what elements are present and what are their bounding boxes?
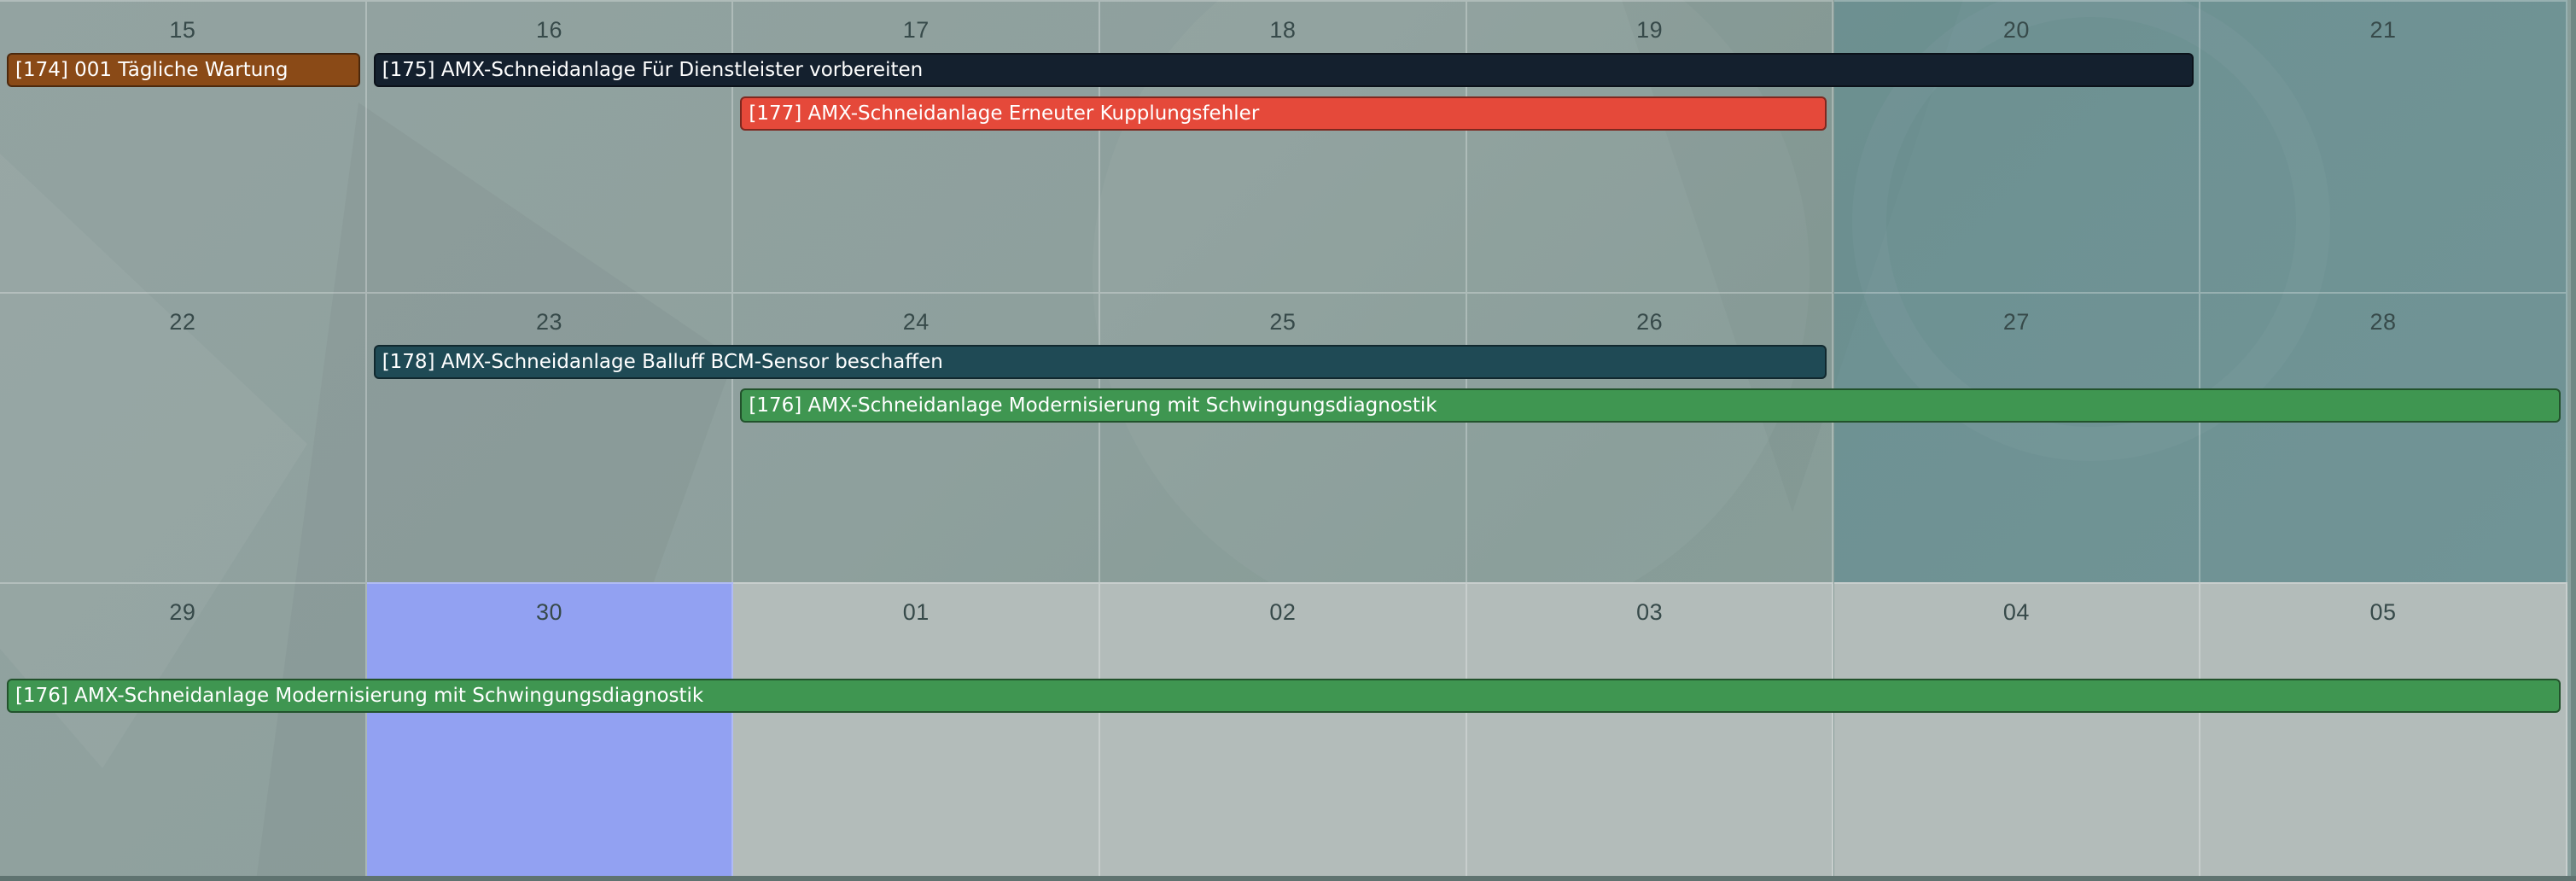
calendar-event[interactable]: [174] 001 Tägliche Wartung <box>7 53 360 87</box>
day-cell-19[interactable]: 19 <box>1466 0 1834 292</box>
day-cell-30[interactable]: 30 <box>366 582 734 876</box>
day-cell-23[interactable]: 23 <box>366 292 734 582</box>
day-cell-02[interactable]: 02 <box>1100 582 1467 876</box>
day-number: 25 <box>1269 309 1297 335</box>
week-row: 29 30 01 02 03 04 05 [176] AMX-Schneidanlage Mo… <box>0 582 2571 876</box>
day-number: 26 <box>1636 309 1664 335</box>
day-cell-29[interactable]: 29 <box>0 582 367 876</box>
day-cell-27[interactable]: 27 <box>1833 292 2201 582</box>
day-cell-18[interactable]: 18 <box>1100 0 1467 292</box>
day-cell-25[interactable]: 25 <box>1100 292 1467 582</box>
day-cell-17[interactable]: 17 <box>733 0 1101 292</box>
day-cell-26[interactable]: 26 <box>1466 292 1834 582</box>
day-cell-01[interactable]: 01 <box>733 582 1101 876</box>
day-number: 27 <box>2002 309 2030 335</box>
calendar-right-edge <box>2571 0 2576 881</box>
week-row: 22 23 24 25 26 27 28 [178] AMX-Schneidanlage Ba… <box>0 292 2571 582</box>
day-number: 04 <box>2002 599 2030 625</box>
day-cell-22[interactable]: 22 <box>0 292 367 582</box>
day-number: 22 <box>169 309 196 335</box>
day-cell-21[interactable]: 21 <box>2200 0 2567 292</box>
day-number: 29 <box>169 599 196 625</box>
month-calendar: 15 16 17 18 19 20 21 [174] 001 Tägliche Wartung… <box>0 0 2576 881</box>
day-number: 03 <box>1636 599 1664 625</box>
day-number: 15 <box>169 17 196 43</box>
calendar-event[interactable]: [175] AMX-Schneidanlage Für Dienstleiste… <box>373 53 2194 87</box>
day-number: 30 <box>536 599 563 625</box>
day-number: 24 <box>902 309 930 335</box>
day-number: 17 <box>902 17 930 43</box>
day-cell-15[interactable]: 15 <box>0 0 367 292</box>
day-number: 18 <box>1269 17 1297 43</box>
day-number: 02 <box>1269 599 1297 625</box>
calendar-bottom-edge <box>0 876 2576 881</box>
day-cell-05[interactable]: 05 <box>2200 582 2567 876</box>
day-cell-03[interactable]: 03 <box>1466 582 1834 876</box>
day-number: 16 <box>536 17 563 43</box>
calendar-event[interactable]: [178] AMX-Schneidanlage Balluff BCM-Sens… <box>373 345 1827 379</box>
day-number: 23 <box>536 309 563 335</box>
day-number: 05 <box>2369 599 2397 625</box>
day-cell-16[interactable]: 16 <box>366 0 734 292</box>
day-cell-28[interactable]: 28 <box>2200 292 2567 582</box>
week-row: 15 16 17 18 19 20 21 [174] 001 Tägliche Wartung… <box>0 0 2571 292</box>
calendar-event[interactable]: [177] AMX-Schneidanlage Erneuter Kupplun… <box>740 96 1827 131</box>
day-number: 20 <box>2002 17 2030 43</box>
day-number: 19 <box>1636 17 1664 43</box>
day-cell-04[interactable]: 04 <box>1833 582 2201 876</box>
day-cell-20[interactable]: 20 <box>1833 0 2201 292</box>
day-cell-24[interactable]: 24 <box>733 292 1101 582</box>
calendar-event[interactable]: [176] AMX-Schneidanlage Modernisierung m… <box>740 388 2561 423</box>
calendar-event[interactable]: [176] AMX-Schneidanlage Modernisierung m… <box>7 679 2561 713</box>
day-number: 01 <box>902 599 930 625</box>
day-number: 28 <box>2369 309 2397 335</box>
day-number: 21 <box>2369 17 2397 43</box>
